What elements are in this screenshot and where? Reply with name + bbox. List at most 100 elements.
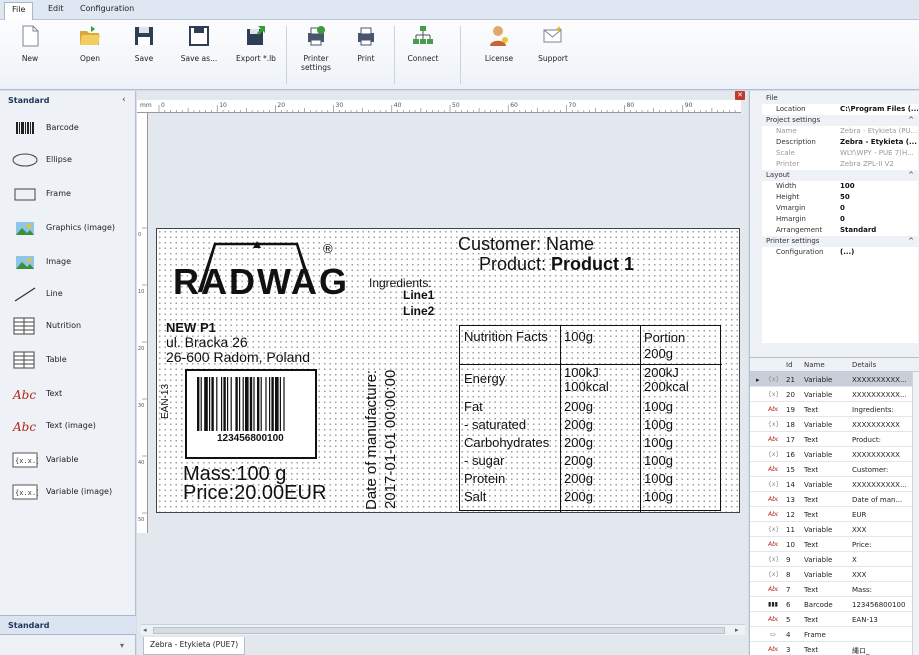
customer-text[interactable]: Customer: Name <box>458 235 594 253</box>
save-button[interactable]: Save <box>124 22 164 88</box>
property-value[interactable]: 50 <box>840 192 918 203</box>
barcode-frame[interactable]: 123456800100 <box>185 369 317 459</box>
scroll-left-icon[interactable]: ◂ <box>143 626 147 634</box>
property-row[interactable]: Description Zebra - Etykieta (... <box>762 137 918 148</box>
radwag-logo[interactable]: RADWAG ® <box>167 233 345 299</box>
object-row[interactable]: Abc 10 Text Price: <box>750 537 914 552</box>
horizontal-scrollbar[interactable]: ◂ ▸ <box>141 624 745 635</box>
object-row[interactable]: Abc 13 Text Date of man... <box>750 492 914 507</box>
property-value[interactable]: 0 <box>840 214 918 225</box>
property-row[interactable]: Printer Zebra ZPL-II V2 <box>762 159 918 170</box>
object-row[interactable]: Abc 12 Text EUR <box>750 507 914 522</box>
tool-barcode[interactable]: Barcode <box>0 115 136 143</box>
document-tab[interactable]: Zebra - Etykieta (PUE7) <box>143 637 246 655</box>
property-value[interactable]: Standard <box>840 225 918 236</box>
object-row[interactable]: {x} 20 Variable XXXXXXXXXX... <box>750 387 914 402</box>
label-design[interactable]: RADWAG ® NEW P1 ul. Bracka 26 26-600 Rad… <box>156 228 740 513</box>
price-text[interactable]: Price:20.00EUR <box>183 483 326 503</box>
tool-table[interactable]: Table <box>0 347 136 375</box>
object-row[interactable]: {x} 16 Variable XXXXXXXXXX <box>750 447 914 462</box>
tool-text[interactable]: Abc Text <box>0 381 136 409</box>
object-row[interactable]: ▮▮▮ 6 Barcode 123456800100 <box>750 597 914 612</box>
printer-settings-button[interactable]: Printer settings <box>292 22 340 88</box>
open-button[interactable]: Open <box>68 22 112 88</box>
property-section-title[interactable]: Project settings ^ <box>762 115 918 126</box>
object-row[interactable]: Abc 5 Text EAN-13 <box>750 612 914 627</box>
tool-graphics-image[interactable]: Graphics (image) <box>0 215 136 243</box>
property-value[interactable]: Zebra - Etykieta (... <box>840 137 918 148</box>
object-row[interactable]: Abc 7 Text Mass: <box>750 582 914 597</box>
property-value[interactable]: Zebra ZPL-II V2 <box>840 159 918 170</box>
property-row[interactable]: Configuration (...) <box>762 247 918 258</box>
column-header-id[interactable]: Id <box>786 361 793 369</box>
object-row[interactable]: {x} 9 Variable X <box>750 552 914 567</box>
new-button[interactable]: New <box>8 22 52 88</box>
tool-text-image[interactable]: Abc Text (image) <box>0 413 136 441</box>
tool-variable[interactable]: {x.x.} Variable <box>0 447 136 475</box>
object-row[interactable]: Abc 3 Text 縄ロ_ <box>750 642 914 655</box>
property-row[interactable]: Height 50 <box>762 192 918 203</box>
property-section-title[interactable]: File <box>762 93 918 104</box>
property-row[interactable]: Hmargin 0 <box>762 214 918 225</box>
tool-variable-image[interactable]: {x.x.} Variable (image) <box>0 479 136 507</box>
print-button[interactable]: Print <box>346 22 386 88</box>
tool-image[interactable]: Image <box>0 249 136 277</box>
export-button[interactable]: Export *.lb <box>230 22 282 88</box>
tool-frame[interactable]: Frame <box>0 181 136 209</box>
property-value[interactable]: WLY\WPY - PUE 7(H... <box>840 148 918 159</box>
ingredients-line-2[interactable]: Line2 <box>403 305 434 317</box>
property-row[interactable]: Location C:\Program Files (... <box>762 104 918 115</box>
object-row[interactable]: {x} 8 Variable XXX <box>750 567 914 582</box>
property-row[interactable]: Arrangement Standard <box>762 225 918 236</box>
tools-panel-footer[interactable]: Standard <box>0 615 136 635</box>
scrollbar-thumb[interactable] <box>153 627 725 634</box>
tool-nutrition[interactable]: Nutrition <box>0 313 136 341</box>
property-row[interactable]: Width 100 <box>762 181 918 192</box>
company-street[interactable]: ul. Bracka 26 <box>166 335 248 349</box>
object-row[interactable]: Abc 19 Text Ingredients: <box>750 402 914 417</box>
collapse-panel-icon[interactable]: ‹ <box>122 95 126 105</box>
tool-line[interactable]: Line <box>0 281 136 309</box>
company-name[interactable]: NEW P1 <box>166 321 216 334</box>
save-as-button[interactable]: Save as... <box>174 22 224 88</box>
column-header-details[interactable]: Details <box>852 361 876 369</box>
property-value[interactable]: 0 <box>840 203 918 214</box>
object-row[interactable]: Abc 17 Text Product: <box>750 432 914 447</box>
support-button[interactable]: Support <box>530 22 576 88</box>
scroll-right-icon[interactable]: ▸ <box>735 626 739 634</box>
property-value[interactable]: Zebra - Etykieta (PU... <box>840 126 918 137</box>
license-button[interactable]: License <box>476 22 522 88</box>
object-row[interactable]: {x} 11 Variable XXX <box>750 522 914 537</box>
ingredients-line-1[interactable]: Line1 <box>403 289 434 301</box>
menu-file[interactable]: File <box>4 2 34 20</box>
close-document-icon[interactable]: ✕ <box>735 91 745 100</box>
menu-configuration[interactable]: Configuration <box>80 4 134 13</box>
tool-ellipse[interactable]: Ellipse <box>0 147 136 175</box>
property-section-title[interactable]: Layout ^ <box>762 170 918 181</box>
object-row[interactable]: {x} 14 Variable XXXXXXXXXX... <box>750 477 914 492</box>
date-label[interactable]: Date of manufacture: <box>363 370 380 510</box>
menu-edit[interactable]: Edit <box>48 4 64 13</box>
object-row[interactable]: ▸ {x} 21 Variable XXXXXXXXXX... <box>750 372 914 387</box>
object-row[interactable]: ▭ 4 Frame <box>750 627 914 642</box>
property-value[interactable]: (...) <box>840 247 918 258</box>
mass-text[interactable]: Mass:100 g <box>183 464 286 484</box>
property-row[interactable]: Name Zebra - Etykieta (PU... <box>762 126 918 137</box>
objects-grid[interactable]: Id Name Details ▸{x}21VariableXXXXXXXXXX… <box>750 357 919 655</box>
property-value[interactable]: 100 <box>840 181 918 192</box>
product-row[interactable]: Product: Product 1 <box>479 255 634 273</box>
object-row[interactable]: Abc 15 Text Customer: <box>750 462 914 477</box>
collapse-icon[interactable]: ^ <box>908 115 914 126</box>
connect-button[interactable]: Connect <box>400 22 446 88</box>
date-value[interactable]: 2017-01-01 00:00:00 <box>382 370 399 509</box>
nutrition-table[interactable]: Nutrition Facts 100g Portion 200g Energy… <box>459 325 722 512</box>
panel-menu-arrow-icon[interactable]: ▾ <box>120 641 124 650</box>
barcode-type[interactable]: EAN-13 <box>160 384 171 419</box>
property-row[interactable]: Vmargin 0 <box>762 203 918 214</box>
property-row[interactable]: Scale WLY\WPY - PUE 7(H... <box>762 148 918 159</box>
objects-grid-scrollbar[interactable] <box>912 372 919 655</box>
company-city[interactable]: 26-600 Radom, Poland <box>166 350 310 364</box>
property-section-title[interactable]: Printer settings ^ <box>762 236 918 247</box>
collapse-icon[interactable]: ^ <box>908 170 914 181</box>
property-value[interactable]: C:\Program Files (... <box>840 104 918 115</box>
